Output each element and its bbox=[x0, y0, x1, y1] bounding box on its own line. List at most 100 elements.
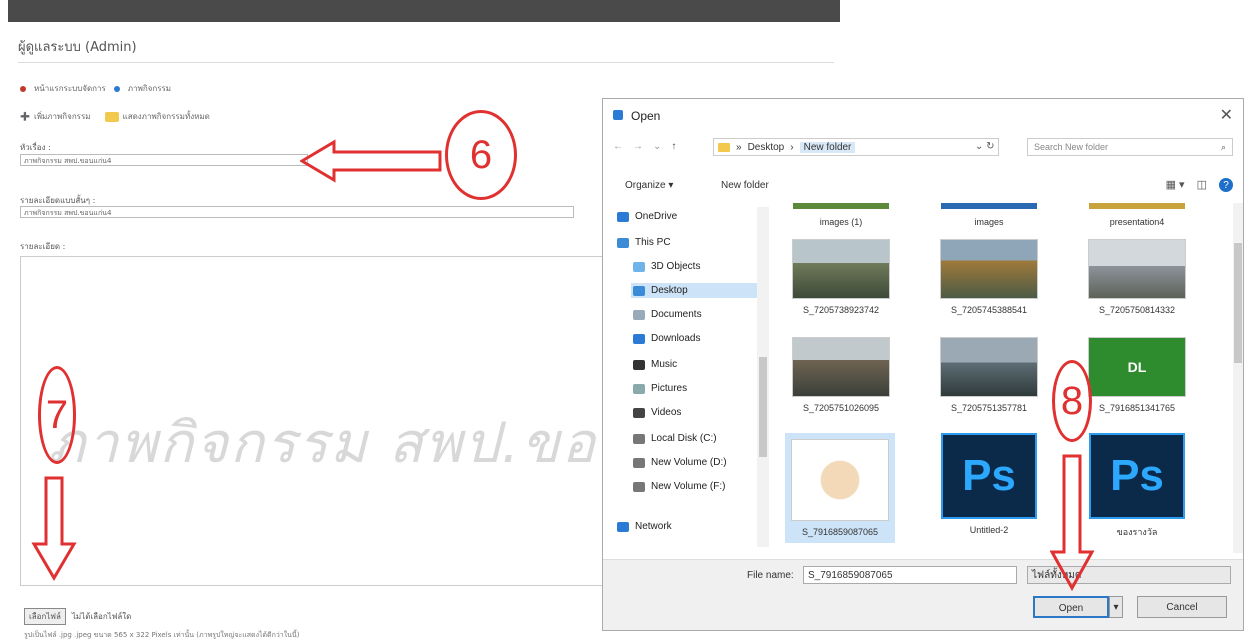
path-desktop[interactable]: Desktop bbox=[748, 142, 785, 153]
photo-thumbnail bbox=[1088, 239, 1186, 299]
file-item[interactable]: DL S_7916851341765 bbox=[1087, 337, 1187, 413]
recent-chevron-icon[interactable]: ⌄ bbox=[653, 141, 661, 152]
path-new-folder[interactable]: New folder bbox=[799, 141, 856, 153]
grid-scrollbar[interactable] bbox=[1233, 203, 1243, 553]
file-name-text: S_7205751026095 bbox=[802, 403, 880, 413]
pictures-icon bbox=[633, 383, 645, 394]
view-icon[interactable]: ▦ ▾ bbox=[1166, 178, 1185, 192]
sidebar-item[interactable]: OneDrive bbox=[615, 209, 769, 224]
sidebar-item-label: 3D Objects bbox=[651, 261, 701, 272]
sidebar-item-label: Videos bbox=[651, 407, 682, 418]
title-label: หัวเรื่อง : bbox=[20, 143, 51, 152]
step-7-circle: 7 bbox=[38, 366, 76, 464]
sidebar-item-label: Desktop bbox=[651, 285, 688, 296]
file-name-text: S_7205751357781 bbox=[950, 403, 1028, 413]
file-item[interactable]: S_7205751026095 bbox=[791, 337, 891, 413]
file-item[interactable]: S_7205738923742 bbox=[791, 239, 891, 315]
sidebar-item-label: OneDrive bbox=[635, 211, 678, 222]
organize-button[interactable]: Organize ▾ bbox=[625, 180, 673, 191]
up-icon[interactable]: ↑ bbox=[671, 141, 676, 152]
photo-thumbnail bbox=[940, 239, 1038, 299]
app-icon bbox=[613, 110, 623, 120]
document-icon bbox=[633, 309, 645, 320]
file-name-text: S_7205745388541 bbox=[950, 305, 1028, 315]
step-7-number: 7 bbox=[45, 392, 69, 437]
file-item[interactable]: S_7205750814332 bbox=[1087, 239, 1187, 315]
bullet-icon bbox=[113, 85, 120, 92]
step-6-circle: 6 bbox=[445, 110, 517, 200]
breadcrumb-home[interactable]: หน้าแรกระบบจัดการ bbox=[34, 82, 106, 95]
sidebar-item[interactable]: This PC bbox=[615, 235, 769, 250]
short-detail-input[interactable]: ภาพกิจกรรม สพป.ขอนแก่น4 bbox=[20, 206, 574, 218]
sidebar-item[interactable]: Network bbox=[615, 519, 769, 534]
file-item[interactable]: presentation4 bbox=[1087, 203, 1187, 227]
file-name-text: images bbox=[974, 217, 1004, 227]
sidebar-item-label: Downloads bbox=[651, 333, 701, 344]
new-folder-button[interactable]: New folder bbox=[721, 180, 769, 191]
file-item[interactable]: S_7916859087065 bbox=[785, 433, 895, 543]
download-icon bbox=[633, 333, 645, 344]
scroll-thumb[interactable] bbox=[759, 357, 767, 457]
refresh-icon[interactable]: ⌄ ↻ bbox=[975, 141, 995, 152]
sidebar-item[interactable]: Downloads bbox=[631, 331, 769, 346]
back-icon[interactable]: ← bbox=[613, 141, 623, 152]
title-input[interactable]: ภาพกิจกรรม สพป.ขอนแก่น4 bbox=[20, 154, 308, 166]
thumbnail-image bbox=[1089, 203, 1185, 209]
step-8-circle: 8 bbox=[1052, 360, 1092, 442]
file-item[interactable]: Ps ของรางวัล bbox=[1087, 433, 1187, 539]
close-icon[interactable]: ✕ bbox=[1220, 105, 1233, 125]
preview-pane-icon[interactable]: ◫ bbox=[1197, 178, 1207, 192]
file-item[interactable]: Ps Untitled-2 bbox=[939, 433, 1039, 535]
dialog-titlebar: Open ✕ bbox=[603, 99, 1243, 133]
add-gallery-button[interactable]: ➕ เพิ่มภาพกิจกรรม bbox=[20, 110, 91, 123]
file-upload-row: เลือกไฟล์ ไม่ได้เลือกไฟล์ใด bbox=[24, 608, 131, 625]
sidebar-item[interactable]: Documents bbox=[631, 307, 769, 322]
add-gallery-label: เพิ่มภาพกิจกรรม bbox=[33, 112, 91, 121]
file-item[interactable]: images (1) bbox=[791, 203, 891, 227]
file-item[interactable]: images bbox=[939, 203, 1039, 227]
file-name-input[interactable]: S_7916859087065 bbox=[803, 566, 1017, 584]
sidebar-item[interactable]: Pictures bbox=[631, 381, 769, 396]
sidebar-scrollbar[interactable] bbox=[757, 207, 769, 547]
file-name-text: presentation4 bbox=[1109, 217, 1165, 227]
choose-file-button[interactable]: เลือกไฟล์ bbox=[24, 608, 66, 625]
sidebar-item-label: Pictures bbox=[651, 383, 688, 394]
sidebar-item[interactable]: Desktop bbox=[631, 283, 769, 298]
breadcrumb-gallery[interactable]: ภาพกิจกรรม bbox=[128, 82, 171, 95]
thumbnail-image bbox=[941, 203, 1037, 209]
photoshop-file-icon: Ps bbox=[1089, 433, 1185, 519]
sidebar-item-label: Network bbox=[635, 521, 672, 532]
file-item[interactable]: S_7205751357781 bbox=[939, 337, 1039, 413]
file-name-row: File name: S_7916859087065 ไฟล์ทั้งหมด O… bbox=[603, 559, 1243, 630]
dialog-title: Open bbox=[631, 109, 661, 123]
sidebar-item[interactable]: Local Disk (C:) bbox=[631, 431, 769, 446]
cancel-button[interactable]: Cancel bbox=[1137, 596, 1227, 618]
page-title: ผู้ดูแลระบบ (Admin) bbox=[18, 40, 137, 55]
sidebar-item-label: Documents bbox=[651, 309, 702, 320]
path-box[interactable]: » Desktop › New folder bbox=[713, 138, 999, 156]
forward-icon[interactable]: → bbox=[633, 141, 643, 152]
sidebar-item[interactable]: New Volume (D:) bbox=[631, 455, 769, 470]
search-input[interactable]: Search New folder ⌕ bbox=[1027, 138, 1233, 156]
divider bbox=[18, 62, 834, 63]
computer-icon bbox=[617, 237, 629, 248]
folder-icon bbox=[718, 142, 730, 152]
down-arrow-icon bbox=[1050, 454, 1095, 592]
sidebar-item[interactable]: New Volume (F:) bbox=[631, 479, 769, 494]
file-hint: รูปเป็นไฟล์ .jpg .jpeg ขนาด 565 x 322 Pi… bbox=[24, 631, 300, 639]
open-dialog: Open ✕ ← → ⌄ ↑ » Desktop › New folder ⌄ … bbox=[602, 98, 1244, 631]
open-dropdown-icon[interactable]: ▾ bbox=[1109, 596, 1123, 618]
command-bar: Organize ▾ New folder ▦ ▾ ◫ ? bbox=[603, 175, 1243, 199]
sidebar-item[interactable]: 3D Objects bbox=[631, 259, 769, 274]
thumbnail-image bbox=[793, 203, 889, 209]
help-icon[interactable]: ? bbox=[1219, 178, 1233, 192]
scroll-thumb[interactable] bbox=[1234, 243, 1242, 363]
open-button[interactable]: Open bbox=[1033, 596, 1109, 618]
chevron-icon: » bbox=[736, 141, 742, 153]
sidebar-item[interactable]: Music bbox=[631, 357, 769, 372]
sidebar-item[interactable]: Videos bbox=[631, 405, 769, 420]
file-item[interactable]: S_7205745388541 bbox=[939, 239, 1039, 315]
video-icon bbox=[633, 407, 645, 418]
breadcrumb: หน้าแรกระบบจัดการ ภาพกิจกรรม bbox=[20, 82, 171, 95]
show-all-button[interactable]: แสดงภาพกิจกรรมทั้งหมด bbox=[104, 110, 210, 123]
